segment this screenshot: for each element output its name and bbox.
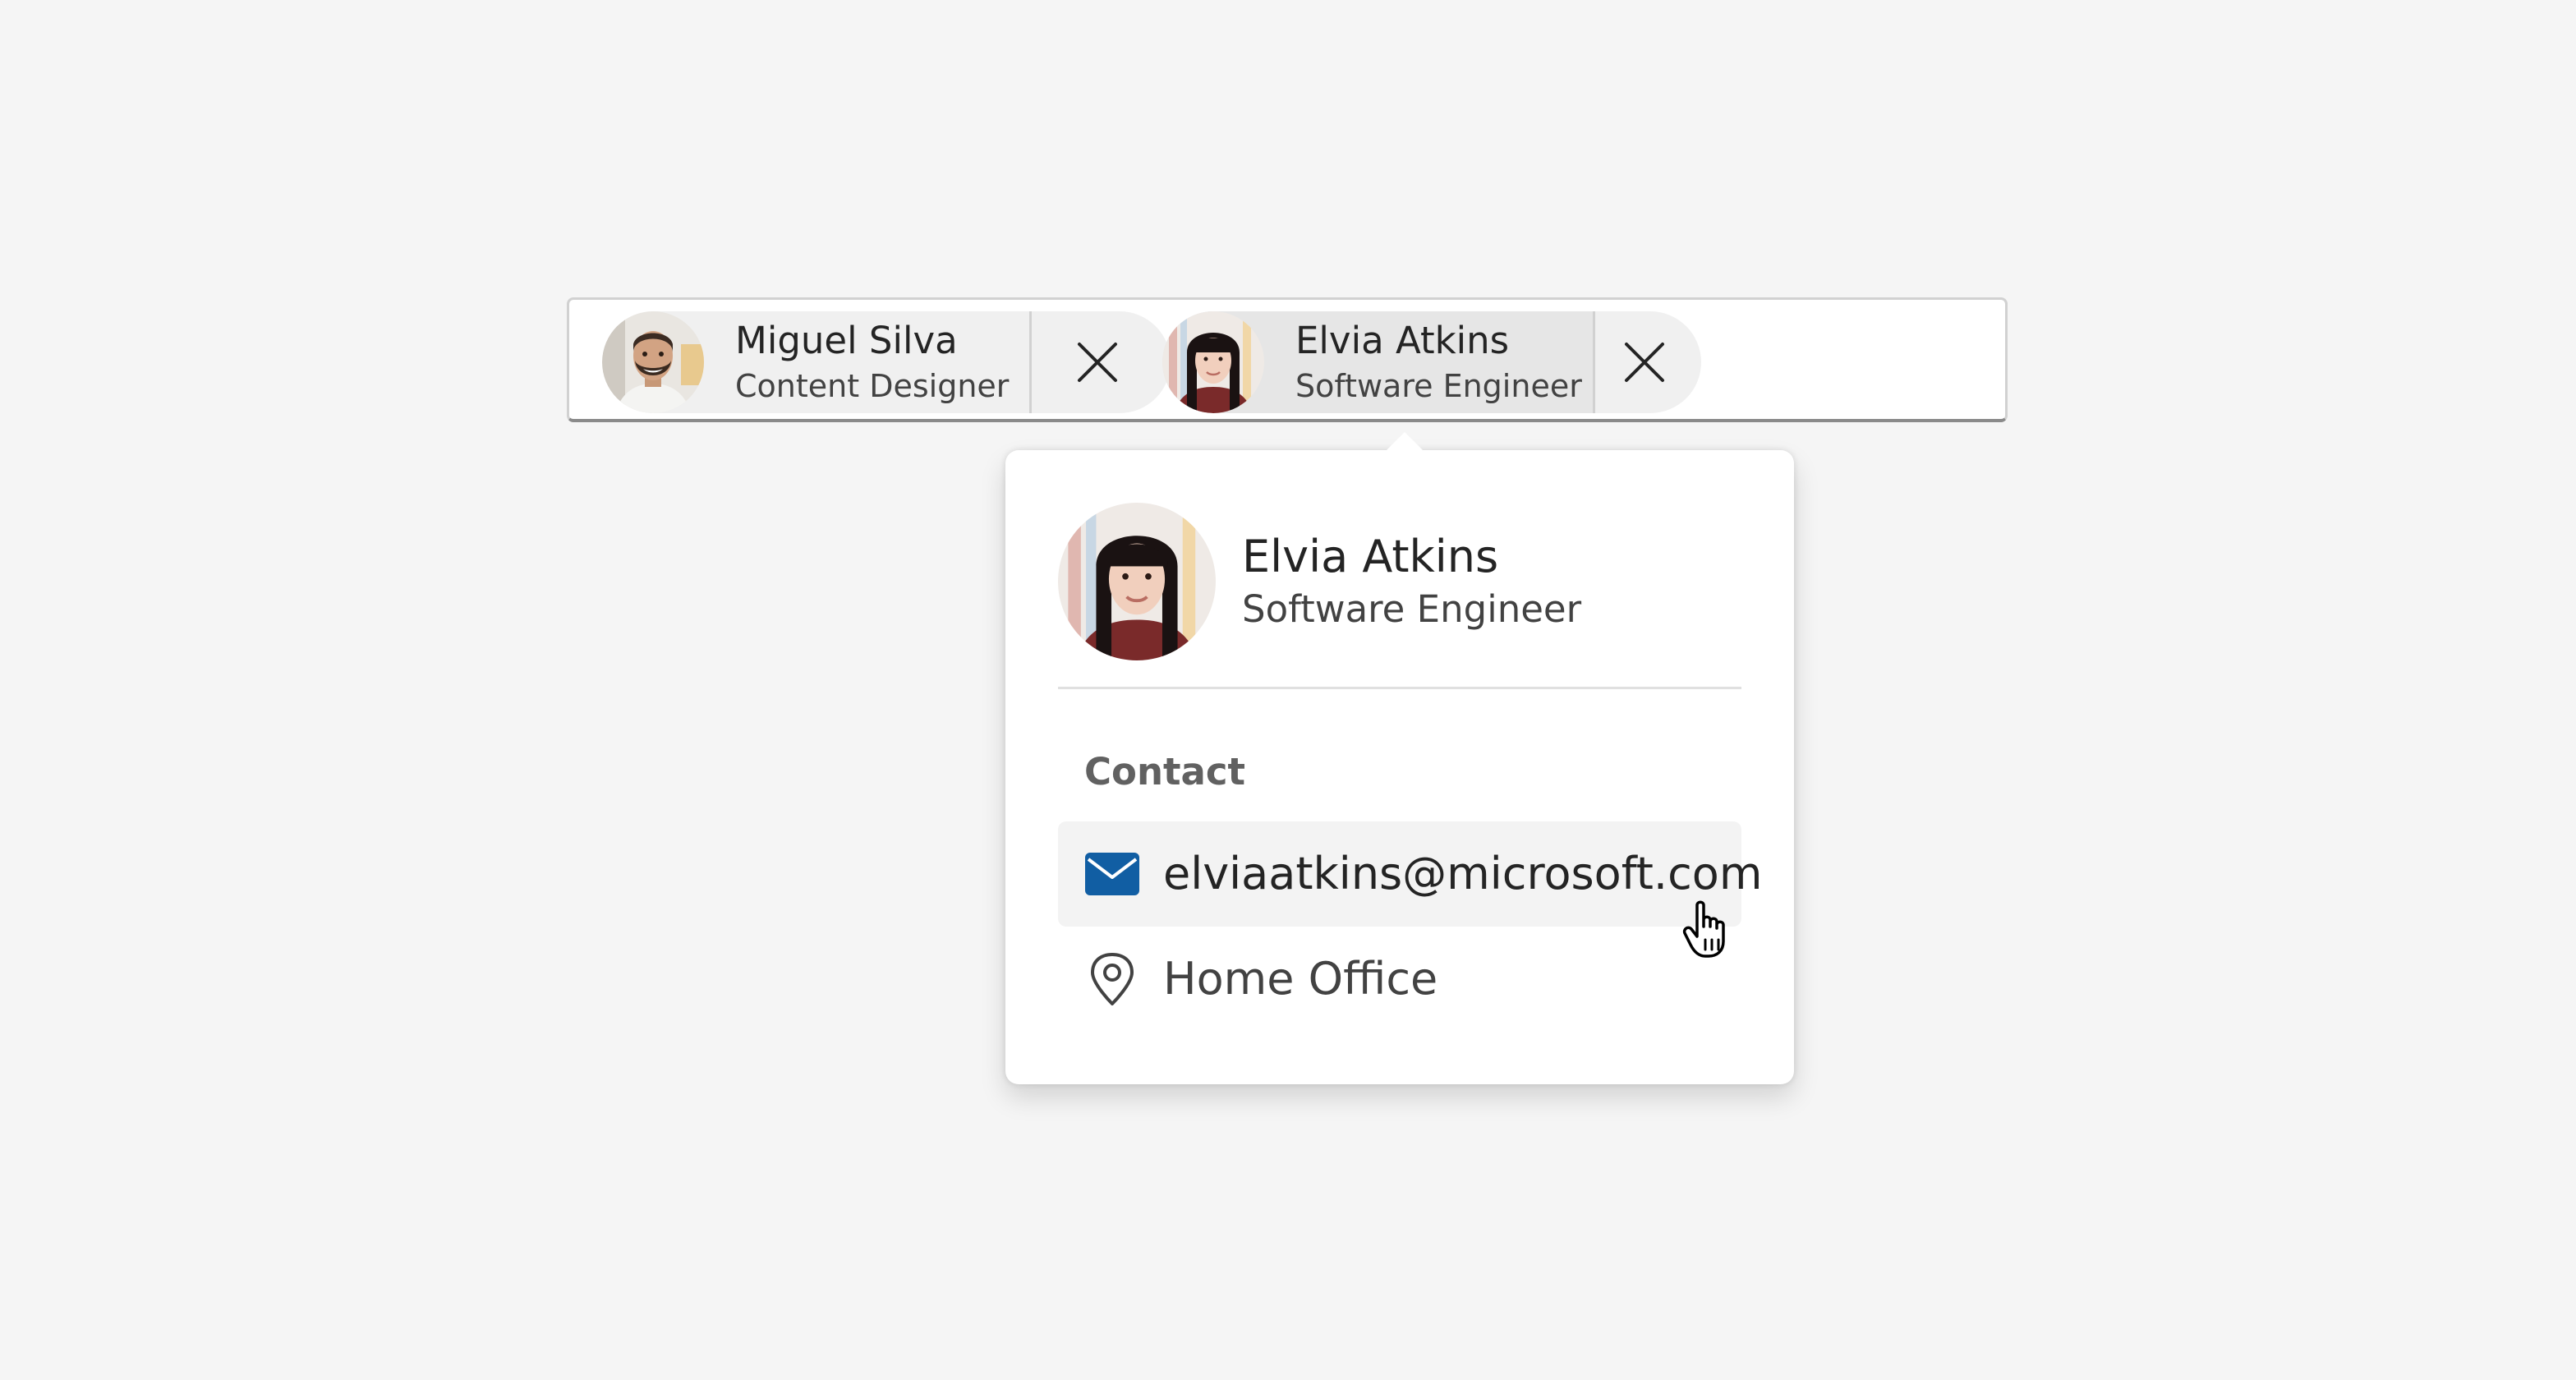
avatar bbox=[1058, 503, 1216, 660]
remove-person-button[interactable] bbox=[1595, 311, 1701, 413]
avatar bbox=[1162, 311, 1264, 413]
close-icon bbox=[1624, 343, 1664, 382]
person-role: Software Engineer bbox=[1295, 368, 1582, 404]
remove-person-button[interactable] bbox=[1032, 311, 1171, 413]
person-photo-icon bbox=[1058, 503, 1216, 660]
person-name: Elvia Atkins bbox=[1295, 319, 1510, 362]
divider bbox=[1058, 687, 1741, 689]
email-address: elviaatkins@microsoft.com bbox=[1163, 848, 1763, 899]
location-row: Home Office bbox=[1058, 927, 1741, 1032]
mail-icon bbox=[1084, 846, 1140, 902]
person-chip-elvia-atkins[interactable]: Elvia Atkins Software Engineer bbox=[1162, 311, 1701, 413]
person-card-header: Elvia Atkins Software Engineer bbox=[1058, 503, 1741, 660]
avatar bbox=[602, 311, 704, 413]
email-link[interactable]: elviaatkins@microsoft.com bbox=[1058, 821, 1762, 927]
popover-beak bbox=[1385, 432, 1424, 452]
person-card-name: Elvia Atkins bbox=[1242, 531, 1499, 582]
person-chip-miguel-silva[interactable]: Miguel Silva Content Designer bbox=[602, 311, 1171, 413]
contact-section-title: Contact bbox=[1084, 750, 1246, 794]
stage: Miguel Silva Content Designer Elvia Atki… bbox=[0, 0, 2576, 1380]
people-picker-input[interactable]: Miguel Silva Content Designer Elvia Atki… bbox=[567, 297, 2008, 422]
person-chip-text: Miguel Silva Content Designer bbox=[735, 317, 1009, 407]
person-chip-main[interactable]: Miguel Silva Content Designer bbox=[602, 311, 1029, 413]
location-pin-icon bbox=[1084, 951, 1140, 1007]
person-photo-icon bbox=[602, 311, 704, 413]
person-role: Content Designer bbox=[735, 368, 1010, 404]
person-card-popover: Elvia Atkins Software Engineer Contact e… bbox=[1005, 432, 1794, 1084]
person-chip-text: Elvia Atkins Software Engineer bbox=[1295, 317, 1582, 407]
person-card-identity: Elvia Atkins Software Engineer bbox=[1242, 529, 1581, 634]
hand-pointer-cursor-icon bbox=[1682, 900, 1725, 958]
person-name: Miguel Silva bbox=[735, 319, 958, 362]
location-text: Home Office bbox=[1163, 953, 1438, 1005]
close-icon bbox=[1077, 343, 1117, 382]
person-card-role: Software Engineer bbox=[1242, 587, 1582, 631]
person-chip-main[interactable]: Elvia Atkins Software Engineer bbox=[1162, 311, 1593, 413]
person-photo-icon bbox=[1162, 311, 1264, 413]
